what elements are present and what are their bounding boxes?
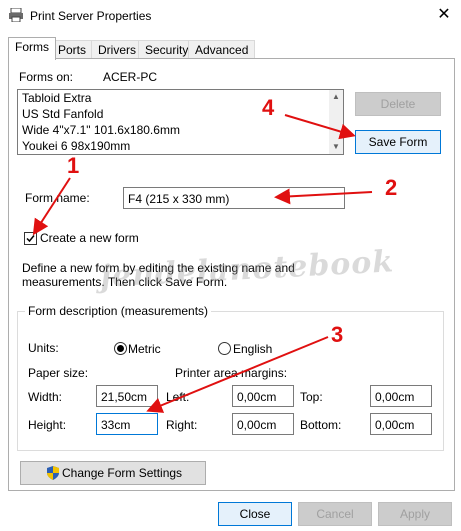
callout-number-3: 3 bbox=[331, 322, 344, 347]
callout-number-2: 2 bbox=[385, 175, 398, 200]
arrow-3 bbox=[146, 336, 329, 413]
annotation-arrows bbox=[32, 114, 373, 413]
callout-number-4: 4 bbox=[262, 95, 275, 120]
tab-forms[interactable]: Forms bbox=[8, 37, 56, 60]
arrow-1 bbox=[32, 177, 71, 236]
arrow-2 bbox=[274, 188, 373, 205]
callout-number-1: 1 bbox=[67, 153, 80, 178]
arrow-4 bbox=[284, 114, 356, 140]
